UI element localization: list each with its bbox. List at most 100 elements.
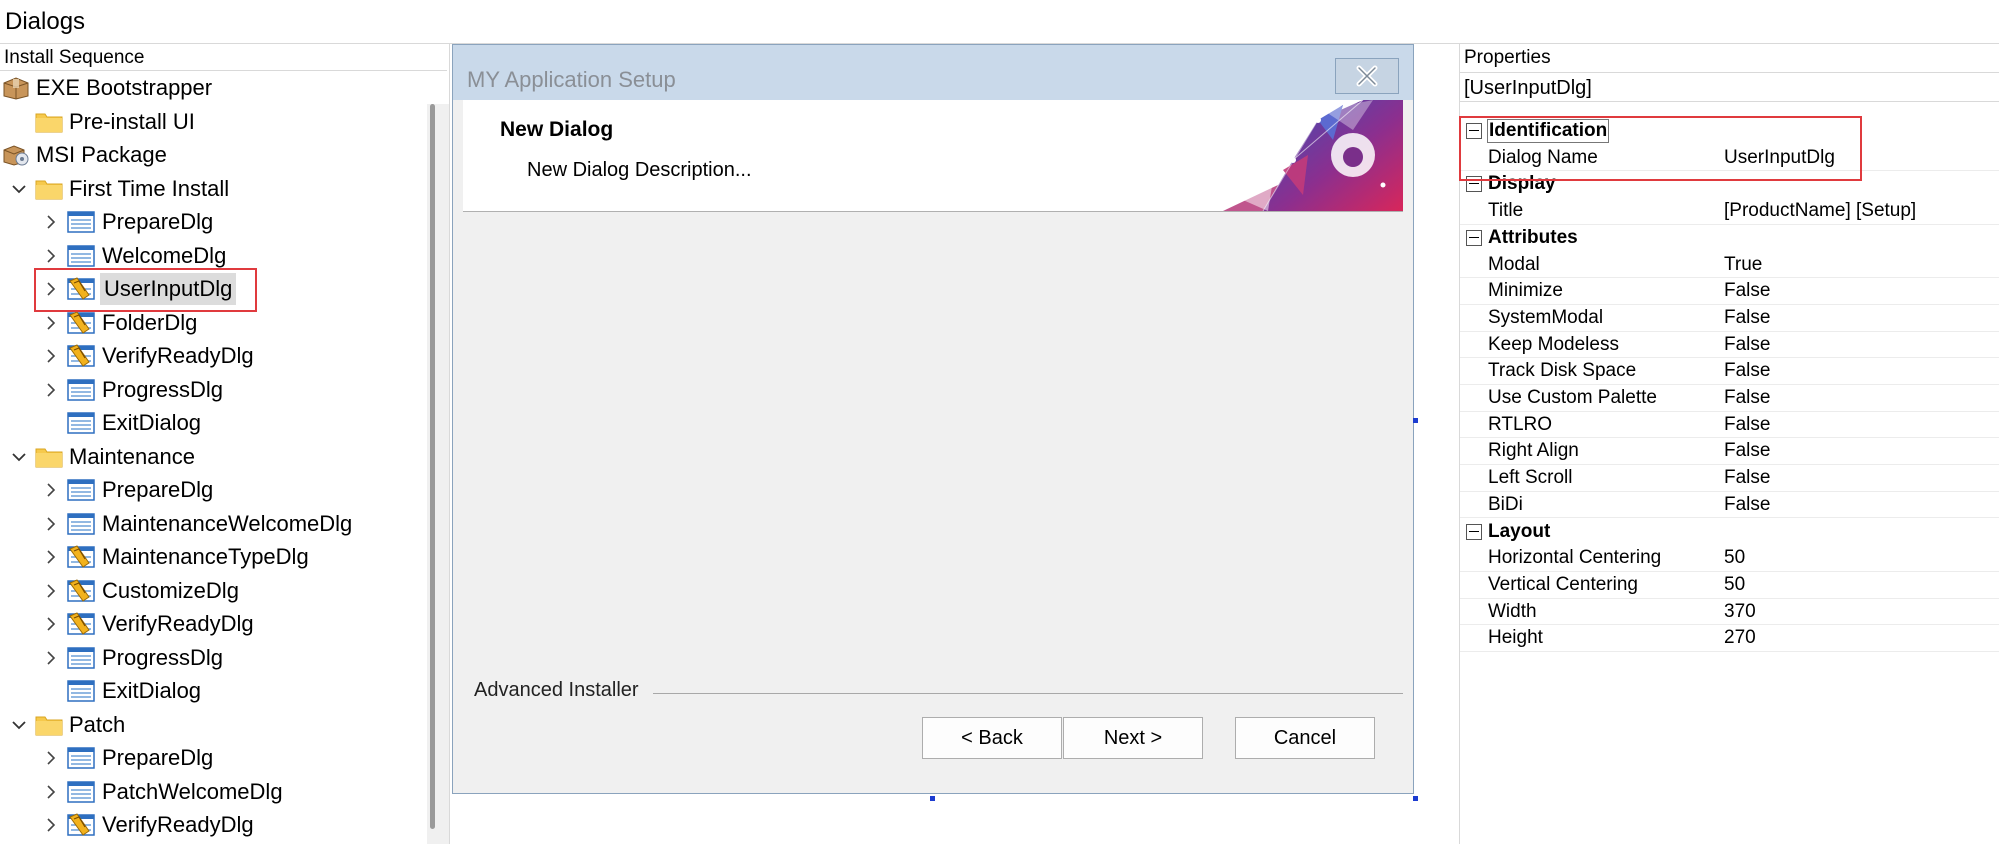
property-name: Horizontal Centering	[1488, 547, 1662, 569]
property-row[interactable]: Right Align False	[1460, 438, 1999, 466]
dialog-preview[interactable]: MY Application Setup New Dialog New Dial…	[452, 44, 1414, 794]
property-value[interactable]: False	[1724, 385, 1770, 412]
chevron-right-icon[interactable]	[42, 374, 60, 406]
property-row[interactable]: Keep Modeless False	[1460, 332, 1999, 359]
collapse-icon[interactable]	[1466, 229, 1482, 246]
tree-item[interactable]: VerifyReadyDlg	[0, 809, 420, 841]
tree-scrollbar-thumb[interactable]	[430, 104, 435, 829]
resize-handle-corner[interactable]	[1413, 796, 1418, 801]
tree-item[interactable]: MaintenanceWelcomeDlg	[0, 508, 420, 540]
tree-item[interactable]: PrepareDlg	[0, 742, 420, 774]
chevron-right-icon[interactable]	[42, 642, 60, 674]
chevron-right-icon[interactable]	[42, 742, 60, 774]
property-row[interactable]: RTLRO False	[1460, 412, 1999, 439]
property-value[interactable]: False	[1724, 358, 1770, 385]
banner-description[interactable]: New Dialog Description...	[527, 159, 752, 182]
property-row[interactable]: Left Scroll False	[1460, 465, 1999, 492]
tree-item[interactable]: First Time Install	[0, 173, 420, 205]
tree-item[interactable]: PrepareDlg	[0, 206, 420, 238]
tree-item-label: VerifyReadyDlg	[102, 343, 254, 368]
install-sequence-tree: EXE Bootstrapper Pre-install UI MSI Packag…	[0, 72, 420, 844]
chevron-down-icon[interactable]	[10, 441, 28, 473]
tree-item[interactable]: Pre-install UI	[0, 106, 420, 138]
property-value[interactable]: False	[1724, 465, 1770, 492]
property-value[interactable]: 370	[1724, 599, 1756, 626]
tree-item-label: ExitDialog	[102, 678, 202, 703]
tree-item[interactable]: ExitDialog	[0, 675, 420, 707]
property-value[interactable]: False	[1724, 278, 1770, 305]
chevron-right-icon[interactable]	[42, 776, 60, 808]
property-row[interactable]: SystemModal False	[1460, 305, 1999, 332]
property-row[interactable]: BiDi False	[1460, 492, 1999, 519]
collapse-icon[interactable]	[1466, 523, 1482, 540]
property-value[interactable]: 50	[1724, 545, 1745, 572]
property-value[interactable]: False	[1724, 332, 1770, 359]
chevron-right-icon[interactable]	[42, 508, 60, 540]
chevron-right-icon[interactable]	[42, 575, 60, 607]
chevron-right-icon[interactable]	[42, 206, 60, 238]
custom-dialog-icon	[67, 612, 95, 636]
back-button[interactable]: < Back	[922, 717, 1062, 759]
tree-item[interactable]: ExitDialog	[0, 407, 420, 439]
property-value[interactable]: False	[1724, 305, 1770, 332]
tree-item[interactable]: Patch	[0, 709, 420, 741]
banner-title[interactable]: New Dialog	[500, 118, 613, 142]
property-category[interactable]: Layout	[1460, 519, 1999, 546]
tree-item[interactable]: PatchWelcomeDlg	[0, 776, 420, 808]
property-value[interactable]: False	[1724, 412, 1770, 439]
tree-item[interactable]: WelcomeDlg	[0, 240, 420, 272]
property-row[interactable]: Modal True	[1460, 252, 1999, 279]
property-value[interactable]: False	[1724, 438, 1770, 465]
property-value[interactable]: 270	[1724, 625, 1756, 652]
selected-object-field[interactable]: [UserInputDlg]	[1460, 72, 1999, 102]
close-icon	[1356, 65, 1378, 87]
tree-item[interactable]: ProgressDlg	[0, 642, 420, 674]
chevron-right-icon[interactable]	[42, 240, 60, 272]
chevron-right-icon[interactable]	[42, 474, 60, 506]
dialog-icon	[67, 780, 95, 804]
property-value[interactable]: [ProductName] [Setup]	[1724, 198, 1916, 225]
tree-item[interactable]: ProgressDlg	[0, 374, 420, 406]
dialog-banner[interactable]: New Dialog New Dialog Description...	[463, 100, 1403, 212]
chevron-right-icon[interactable]	[42, 608, 60, 640]
property-row[interactable]: Minimize False	[1460, 278, 1999, 305]
tree-item[interactable]: CustomizeDlg	[0, 575, 420, 607]
tree-item-label: PrepareDlg	[102, 209, 214, 234]
chevron-right-icon[interactable]	[42, 809, 60, 841]
resize-handle-bottom[interactable]	[930, 796, 935, 801]
property-row[interactable]: Use Custom Palette False	[1460, 385, 1999, 412]
property-category[interactable]: Attributes	[1460, 225, 1999, 252]
property-value[interactable]: True	[1724, 252, 1762, 279]
install-sequence-panel: Install Sequence EXE Bootstrapper Pre-ins…	[0, 44, 450, 844]
dialog-close-button[interactable]	[1335, 58, 1399, 94]
tree-item[interactable]: VerifyReadyDlg	[0, 608, 420, 640]
property-name: Use Custom Palette	[1488, 387, 1657, 408]
property-value[interactable]: False	[1724, 492, 1770, 519]
cancel-button[interactable]: Cancel	[1235, 717, 1375, 759]
next-button[interactable]: Next >	[1063, 717, 1203, 759]
tree-item[interactable]: MaintenanceTypeDlg	[0, 541, 420, 573]
property-value[interactable]: 50	[1724, 572, 1745, 599]
dialog-titlebar[interactable]: MY Application Setup	[453, 45, 1413, 100]
footer-brand-label[interactable]: Advanced Installer	[474, 679, 639, 702]
tree-item[interactable]: PrepareDlg	[0, 474, 420, 506]
property-row[interactable]: Vertical Centering 50	[1460, 572, 1999, 599]
property-row[interactable]: Height 270	[1460, 625, 1999, 652]
chevron-right-icon[interactable]	[42, 541, 60, 573]
chevron-down-icon[interactable]	[10, 709, 28, 741]
property-name: BiDi	[1488, 493, 1523, 515]
tree-item[interactable]: MSI Package	[0, 139, 420, 171]
tree-item[interactable]: VerifyReadyDlg	[0, 340, 420, 372]
resize-handle-right[interactable]	[1413, 418, 1418, 423]
chevron-down-icon[interactable]	[10, 173, 28, 205]
tree-item-label: First Time Install	[69, 175, 230, 201]
dialog-icon	[67, 679, 95, 703]
tree-item[interactable]: EXE Bootstrapper	[0, 72, 420, 104]
property-row[interactable]: Width 370	[1460, 599, 1999, 626]
chevron-right-icon[interactable]	[42, 340, 60, 372]
tree-item[interactable]: Maintenance	[0, 441, 420, 473]
tree-item-label: MaintenanceWelcomeDlg	[102, 510, 353, 536]
property-row[interactable]: Track Disk Space False	[1460, 358, 1999, 385]
property-row[interactable]: Horizontal Centering 50	[1460, 545, 1999, 572]
property-row[interactable]: Title [ProductName] [Setup]	[1460, 198, 1999, 225]
